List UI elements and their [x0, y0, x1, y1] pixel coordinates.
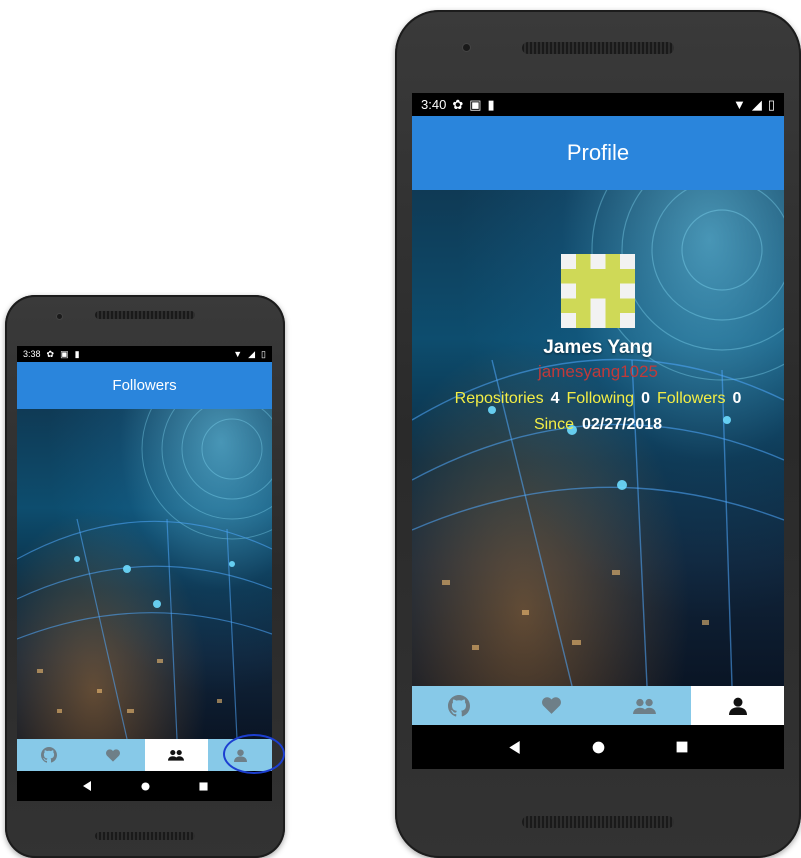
since-date: 02/27/2018 — [581, 416, 663, 433]
system-nav-bar — [17, 771, 272, 801]
app-bar: Profile — [412, 116, 784, 190]
front-camera — [463, 44, 470, 51]
person-icon — [728, 697, 747, 715]
recents-icon[interactable] — [676, 741, 688, 753]
notification-icon: ▣ — [60, 348, 69, 359]
repositories-label: Repositories — [454, 390, 544, 407]
profile-name: James Yang — [543, 337, 653, 358]
signal-icon: ◢ — [248, 348, 256, 359]
following-label: Following — [566, 390, 635, 407]
status-bar: 3:40 ✿ ▣ ▮ ▼ ◢ ▯ — [412, 93, 784, 116]
battery-icon: ▯ — [767, 96, 775, 112]
background-image: James Yang jamesyang1025 Repositories 4 … — [412, 190, 784, 686]
page-title: Followers — [112, 377, 177, 394]
people-icon — [633, 698, 656, 714]
tab-favorites[interactable] — [505, 686, 598, 725]
page-title: Profile — [566, 140, 630, 165]
tab-followers[interactable] — [144, 739, 209, 771]
network-rings-decoration — [17, 409, 272, 739]
home-icon[interactable] — [140, 781, 150, 791]
bottom-speaker — [522, 816, 674, 828]
app-bar: Followers — [17, 362, 272, 409]
people-icon — [168, 750, 185, 761]
tab-repositories[interactable] — [412, 686, 505, 725]
profile-login: jamesyang1025 — [537, 362, 659, 381]
following-count: 0 — [641, 390, 650, 407]
tab-profile[interactable] — [691, 686, 784, 725]
avatar — [561, 254, 635, 328]
tab-followers[interactable] — [598, 686, 691, 725]
notification-icon: ▣ — [469, 96, 482, 112]
system-nav-bar — [412, 725, 784, 769]
wifi-icon: ▼ — [732, 97, 746, 112]
background-image — [17, 409, 272, 739]
back-icon[interactable] — [508, 740, 521, 754]
settings-icon: ✿ — [46, 348, 55, 359]
front-camera — [57, 314, 62, 319]
repositories-count: 4 — [550, 390, 560, 407]
heart-icon — [105, 748, 120, 762]
settings-icon: ✿ — [452, 96, 464, 112]
sd-card-icon: ▮ — [487, 96, 495, 112]
profile-since: Since 02/27/2018 — [534, 416, 662, 434]
profile-card: James Yang jamesyang1025 Repositories 4 … — [412, 190, 784, 434]
left-phone: 3:38 ✿ ▣ ▮ ▼ ◢ ▯ Followers — [5, 295, 285, 858]
recents-icon[interactable] — [198, 781, 208, 791]
left-phone-screen: 3:38 ✿ ▣ ▮ ▼ ◢ ▯ Followers — [17, 346, 272, 801]
bottom-tab-bar — [412, 686, 784, 725]
identicon-image — [561, 254, 635, 328]
followers-label: Followers — [656, 390, 726, 407]
github-icon — [40, 747, 57, 763]
battery-icon: ▯ — [261, 348, 266, 359]
signal-icon: ◢ — [751, 96, 762, 112]
tab-favorites[interactable] — [81, 739, 145, 771]
profile-stats: Repositories 4 Following 0 Followers 0 — [455, 390, 742, 408]
sd-card-icon: ▮ — [74, 348, 80, 359]
tab-repositories[interactable] — [17, 739, 81, 771]
since-label: Since — [533, 416, 574, 433]
github-icon — [447, 694, 470, 716]
home-icon[interactable] — [592, 741, 605, 754]
earpiece-speaker — [522, 42, 674, 54]
right-phone: 3:40 ✿ ▣ ▮ ▼ ◢ ▯ Profile James Yang jame… — [395, 10, 801, 858]
annotation-circle — [223, 734, 285, 774]
heart-icon — [542, 697, 561, 714]
back-icon[interactable] — [82, 781, 92, 791]
followers-count: 0 — [732, 390, 742, 407]
wifi-icon: ▼ — [233, 349, 243, 359]
earpiece-speaker — [95, 311, 195, 319]
bottom-speaker — [95, 832, 195, 840]
status-time: 3:38 — [23, 349, 41, 359]
right-phone-screen: 3:40 ✿ ▣ ▮ ▼ ◢ ▯ Profile James Yang jame… — [412, 93, 784, 769]
status-bar: 3:38 ✿ ▣ ▮ ▼ ◢ ▯ — [17, 346, 272, 362]
status-time: 3:40 — [421, 97, 447, 112]
